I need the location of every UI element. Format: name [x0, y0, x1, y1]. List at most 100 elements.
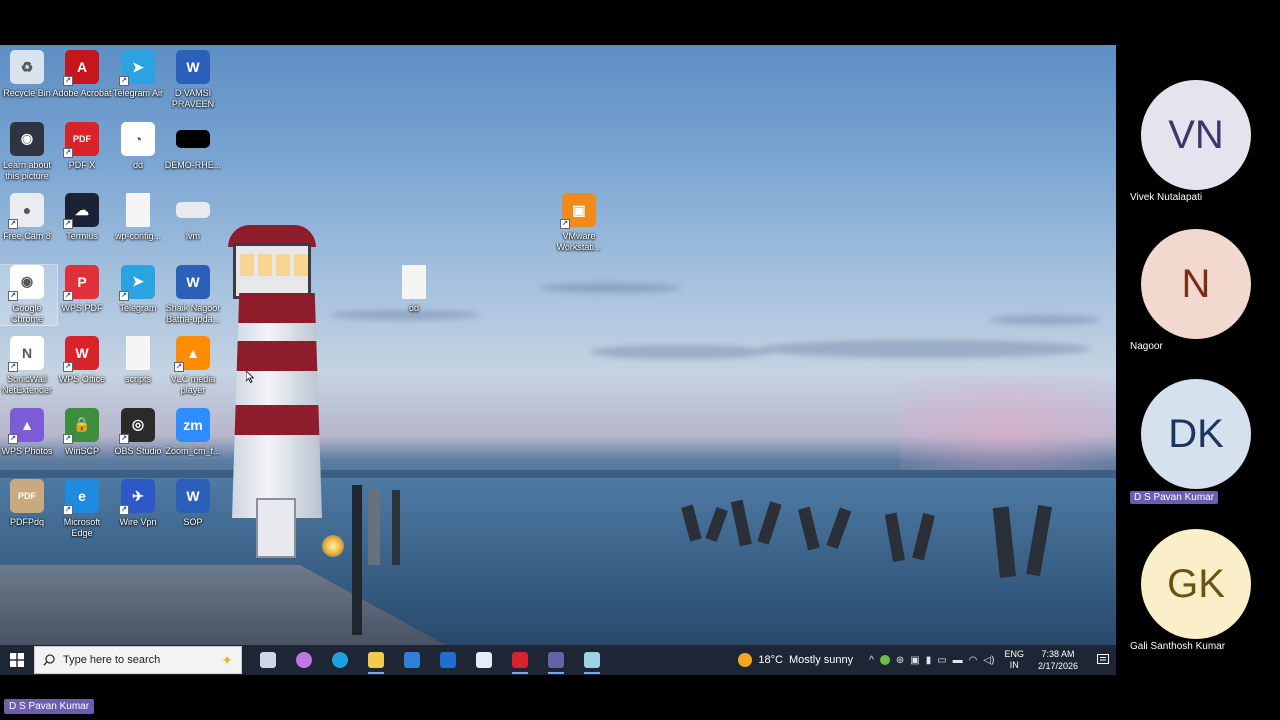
- shaik-nagoor-icon: W: [176, 264, 210, 299]
- participant-name: Gali Santhosh Kumar: [1130, 641, 1226, 652]
- desktop-icon-label: Learn about this picture: [2, 159, 52, 181]
- desktop-icon-label: VMware Workstati...: [556, 231, 602, 252]
- taskbar: Type here to search ✦ 18°C Mostly sunny …: [0, 645, 1116, 675]
- desktop-icon-adobe-acrobat[interactable]: A ↗ Adobe Acrobat: [52, 50, 112, 99]
- taskbar-file-explorer-button[interactable]: [358, 645, 394, 675]
- sun-icon: [738, 653, 753, 667]
- taskbar-clock[interactable]: 7:38 AM 2/17/2026: [1038, 648, 1078, 672]
- participant-tile[interactable]: GK Gali Santhosh Kumar: [1120, 529, 1280, 659]
- desktop-icon-zoom[interactable]: zm Zoom_cm_f...: [163, 407, 223, 457]
- desktop-icon-shaik-nagoor[interactable]: W Shaik Nagoor Batha-upda...: [163, 264, 223, 325]
- adobe-acrobat-icon: A ↗: [63, 50, 99, 86]
- desktop-icon-sonicwall[interactable]: N ↗ SonicWall NetExtender: [0, 336, 57, 396]
- desktop-icon-dd-file[interactable]: dd: [384, 265, 444, 314]
- taskbar-task-view-button[interactable]: [250, 645, 286, 675]
- participant-avatar: DK: [1141, 379, 1251, 489]
- shortcut-arrow-icon: ↗: [63, 505, 73, 515]
- taskbar-edge-button[interactable]: [322, 645, 358, 675]
- desktop-icon-label: PDFPdq: [9, 517, 44, 527]
- taskbar-outlook-button[interactable]: [430, 645, 466, 675]
- desktop-icon-label: D VAMSI PRAVEEN: [171, 88, 215, 109]
- taskbar-copilot-button[interactable]: [286, 645, 322, 675]
- shortcut-arrow-icon: ↗: [119, 76, 129, 86]
- desktop-icon-label: Telegram Air: [112, 88, 164, 98]
- desktop-icon-label: dd: [132, 159, 143, 170]
- microsoft-edge-icon: e ↗: [63, 479, 99, 515]
- mouse-cursor-icon: [246, 371, 254, 383]
- desktop-icon-free-cam-8[interactable]: ● ↗ Free Cam 8: [0, 193, 57, 242]
- desktop-icon-pdf-x[interactable]: PDF ↗ PDF X: [52, 121, 112, 171]
- desktop-icon-microsoft-edge[interactable]: e ↗ Microsoft Edge: [52, 479, 112, 539]
- desktop-icon-termius[interactable]: ☁ ↗ Termius: [52, 193, 112, 242]
- desktop-icon-winscp[interactable]: 🔒 ↗ WinSCP: [52, 407, 112, 457]
- desktop-icon-dd-image[interactable]: ◔ dd: [108, 121, 168, 171]
- desktop-icon-label: Shaik Nagoor Batha-upda...: [165, 302, 221, 324]
- desktop-icon-label: OBS Studio: [114, 445, 162, 456]
- desktop-icon-sop[interactable]: W SOP: [163, 479, 223, 528]
- desktop-icon-telegram-air[interactable]: ➤ ↗ Telegram Air: [108, 50, 168, 99]
- participant-avatar: GK: [1141, 529, 1251, 639]
- weather-widget[interactable]: 18°C Mostly sunny: [738, 653, 853, 667]
- desktop-icon-lvm[interactable]: lvm: [163, 193, 223, 242]
- taskbar-teams-button[interactable]: [538, 645, 574, 675]
- participant-tile[interactable]: N Nagoor: [1120, 229, 1280, 359]
- desktop-icon-demo-rhe[interactable]: DEMO-RHE...: [163, 122, 223, 171]
- taskbar-search-box[interactable]: Type here to search ✦: [34, 646, 242, 674]
- desktop-icon-pdfpdq[interactable]: PDF PDFPdq: [0, 479, 57, 528]
- desktop-icon-recycle-bin[interactable]: ♻ Recycle Bin: [0, 50, 57, 99]
- desktop-icon-label: lvm: [186, 231, 200, 241]
- taskbar-notepad-button[interactable]: [574, 645, 610, 675]
- battery-icon[interactable]: ▭: [937, 655, 946, 666]
- desktop-icon-wps-office[interactable]: W ↗ WPS Office: [52, 336, 112, 385]
- desktop-icon-label: VLC media player: [170, 374, 216, 395]
- app-tray-icon[interactable]: [879, 655, 890, 665]
- network-tray-icon[interactable]: ⊛: [896, 655, 904, 666]
- desktop-icon-wps-photos[interactable]: ▲ ↗ WPS Photos: [0, 407, 57, 457]
- telegram-air-icon: ➤ ↗: [119, 50, 155, 86]
- start-button[interactable]: [0, 645, 34, 675]
- taskbar-store-button[interactable]: [394, 645, 430, 675]
- desktop-icon-wps-pdf[interactable]: P ↗ WPS PDF: [52, 264, 112, 314]
- desktop-icon-learn-about-picture[interactable]: ◉ Learn about this picture: [0, 121, 57, 182]
- shortcut-arrow-icon: ↗: [8, 433, 18, 444]
- recycle-bin-icon: ♻: [10, 50, 44, 84]
- clock-date: 2/17/2026: [1037, 661, 1078, 671]
- language-indicator[interactable]: ENG IN: [1004, 649, 1024, 671]
- scripts-icon: [126, 336, 150, 370]
- desktop-icon-label: WPS Photos: [1, 445, 53, 456]
- edge-icon: [332, 652, 348, 668]
- taskbar-snipping-tool-button[interactable]: [466, 645, 502, 675]
- d-vamsi-praveen-icon: W: [176, 50, 210, 84]
- desktop-icon-label: scripts: [124, 374, 151, 384]
- desktop-icon-d-vamsi-praveen[interactable]: W D VAMSI PRAVEEN: [163, 50, 223, 110]
- volume-icon[interactable]: ◁): [983, 655, 994, 666]
- desktop-icon-wire-vpn[interactable]: ✈ ↗ Wire Vpn: [108, 479, 168, 528]
- shortcut-arrow-icon: ↗: [8, 290, 18, 301]
- desktop-icon-label: PDF X: [68, 159, 96, 170]
- desktop-icon-label: Free Cam 8: [3, 231, 51, 241]
- desktop-icon-scripts[interactable]: scripts: [108, 336, 168, 385]
- chevron-up-icon[interactable]: ^: [869, 655, 874, 666]
- mic-icon[interactable]: ▮: [926, 655, 932, 666]
- lvm-icon: [176, 202, 210, 218]
- wifi-icon[interactable]: ◠: [969, 655, 978, 666]
- meet-tray-icon[interactable]: ▣: [910, 655, 919, 666]
- lang-bottom: IN: [1009, 660, 1019, 670]
- teams-icon: [548, 652, 564, 668]
- winscp-icon: 🔒 ↗: [63, 407, 99, 444]
- desktop-icon-label: Google Chrome: [10, 302, 43, 324]
- lang-top: ENG: [1004, 649, 1024, 659]
- desktop-icon-wp-config[interactable]: wp-config...: [108, 193, 168, 242]
- desktop-icon-obs-studio[interactable]: ◎ ↗ OBS Studio: [108, 407, 168, 457]
- display-icon[interactable]: ▬: [953, 655, 963, 666]
- wps-photos-icon: ▲ ↗: [8, 407, 44, 444]
- desktop-icon-vlc[interactable]: ▲ ↗ VLC media player: [163, 336, 223, 396]
- taskbar-wps-button[interactable]: [502, 645, 538, 675]
- desktop-icon-vmware[interactable]: ▣ ↗ VMware Workstati...: [549, 193, 609, 253]
- desktop-icon-label: WPS Office: [58, 374, 106, 384]
- participant-tile[interactable]: VN Vivek Nutalapati: [1120, 80, 1280, 210]
- participant-tile[interactable]: DK D S Pavan Kumar: [1120, 379, 1280, 509]
- desktop-icon-telegram[interactable]: ➤ ↗ Telegram: [108, 264, 168, 314]
- desktop-icon-google-chrome[interactable]: ◉ ↗ Google Chrome: [0, 263, 58, 326]
- notification-button[interactable]: [1090, 645, 1116, 675]
